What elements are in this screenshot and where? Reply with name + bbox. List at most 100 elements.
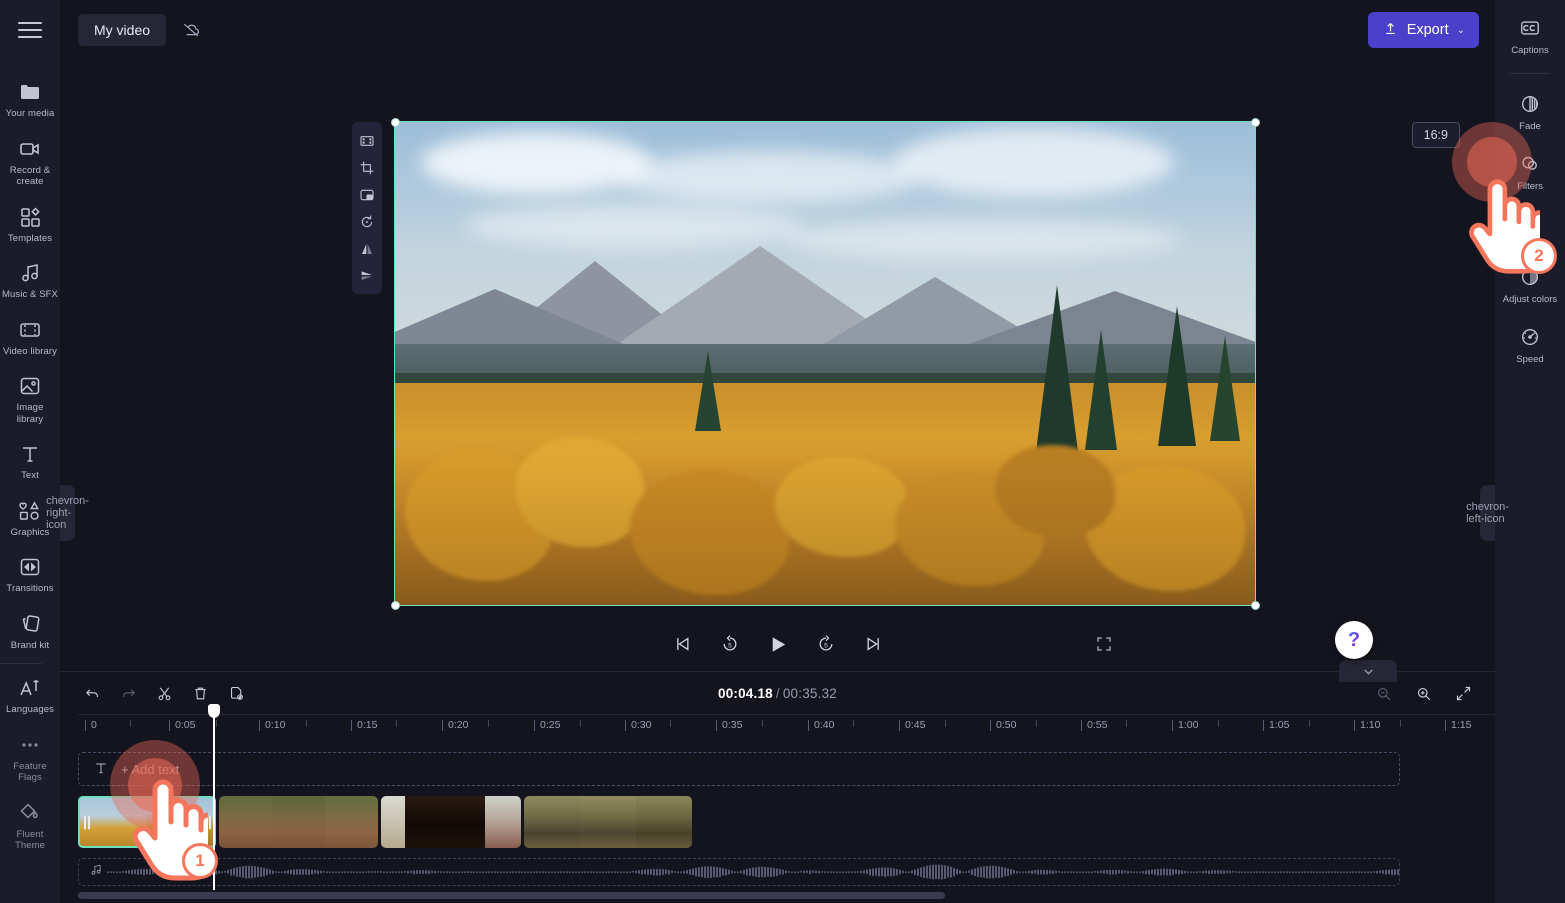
right-panel-item-label: Fade: [1519, 120, 1541, 132]
flip-horizontal-icon[interactable]: [354, 235, 380, 262]
export-button[interactable]: Export ⌄: [1367, 12, 1479, 48]
upload-icon: [1382, 20, 1399, 41]
sidebar-item-image-library[interactable]: Image library: [0, 366, 60, 431]
flip-vertical-icon[interactable]: [354, 262, 380, 289]
resize-handle-top-right[interactable]: [1250, 117, 1260, 127]
transitions-icon: [17, 554, 43, 580]
fade-circle-icon: [1517, 91, 1543, 117]
timeline-toolbar: 00:04.18/00:35.32: [60, 672, 1495, 714]
sidebar-item-fluent-theme[interactable]: Fluent Theme: [0, 793, 60, 858]
ruler-tick: 0:40: [807, 719, 835, 731]
play-icon[interactable]: [764, 630, 792, 658]
table-row[interactable]: [381, 796, 521, 848]
timeline-horizontal-scrollbar[interactable]: [78, 892, 1477, 899]
magnifier-minus-icon[interactable]: [1369, 679, 1397, 707]
sidebar-item-video-library[interactable]: Video library: [0, 310, 60, 364]
skip-previous-icon[interactable]: [668, 630, 696, 658]
video-preview-frame: [394, 121, 1256, 606]
chevron-down-icon: ⌄: [1456, 24, 1465, 36]
resize-handle-top-left[interactable]: [390, 117, 400, 127]
right-panel-item-speed[interactable]: Speed: [1497, 317, 1563, 372]
filters-overlap-circles-icon: [1517, 151, 1543, 177]
timeline-collapse-toggle[interactable]: [1339, 660, 1397, 682]
right-panel-item-label: Captions: [1511, 45, 1549, 56]
clip-thumbnails: [78, 796, 216, 848]
rewind-5-icon[interactable]: 5: [716, 630, 744, 658]
pip-icon[interactable]: [354, 181, 380, 208]
timeline-tracks: + Add text: [60, 704, 1495, 890]
undo-arrow-icon[interactable]: [78, 679, 106, 707]
svg-text:5: 5: [728, 642, 732, 649]
editor-main: My video Export ⌄ chevron-right-icon che…: [46, 0, 1509, 903]
help-label: ?: [1347, 628, 1361, 651]
ruler-tick: 0:10: [258, 719, 286, 731]
rotate-icon[interactable]: [354, 208, 380, 235]
fit-frame-icon[interactable]: [354, 127, 380, 154]
ruler-tick: 0:25: [533, 719, 561, 731]
crop-icon[interactable]: [354, 154, 380, 181]
help-button[interactable]: ?: [1335, 621, 1373, 659]
resize-handle-bottom-right[interactable]: [1250, 600, 1260, 610]
text-track-add[interactable]: + Add text: [78, 752, 1400, 786]
sidebar-item-text[interactable]: Text: [0, 434, 60, 488]
sidebar-item-music-sfx[interactable]: Music & SFX: [0, 253, 60, 307]
sidebar-item-transitions[interactable]: Transitions: [0, 547, 60, 601]
fullscreen-icon[interactable]: [1091, 631, 1117, 657]
duplicate-icon[interactable]: [222, 679, 250, 707]
right-panel-divider: [1510, 72, 1550, 74]
sidebar-item-label: Record & create: [9, 164, 51, 188]
shapes-icon: [17, 498, 43, 524]
table-row[interactable]: [219, 796, 378, 848]
right-panel-toggle[interactable]: chevron-left-icon: [1466, 485, 1509, 541]
skip-next-icon[interactable]: [860, 630, 888, 658]
sidebar-item-templates[interactable]: Templates: [0, 197, 60, 251]
aspect-ratio-button[interactable]: 16:9: [1411, 122, 1460, 148]
video-preview-selection[interactable]: [390, 117, 1260, 610]
paint-drop-icon: [17, 800, 43, 826]
step-badge-2: 2: [1521, 238, 1557, 274]
sidebar-item-label: Music & SFX: [2, 289, 58, 300]
sidebar-item-record-create[interactable]: Record & create: [0, 129, 60, 194]
sidebar-item-label: Your media: [5, 108, 55, 119]
scissors-icon[interactable]: [150, 679, 178, 707]
sidebar-item-label: Image library: [16, 402, 44, 425]
svg-text:5: 5: [824, 642, 828, 649]
ruler-tick: 0:55: [1080, 719, 1108, 731]
export-label: Export: [1406, 22, 1449, 38]
sidebar-item-brand-kit[interactable]: Brand kit: [0, 604, 60, 658]
right-panel-item-label: Speed: [1516, 354, 1544, 365]
sidebar-item-your-media[interactable]: Your media: [0, 72, 60, 126]
timeline-ruler[interactable]: 0 0:05 0:10 0:15 0:20 0:25 0:30 0:35 0:4…: [78, 714, 1495, 738]
preview-stage: chevron-right-icon chevron-left-icon: [46, 60, 1509, 682]
redo-arrow-icon[interactable]: [114, 679, 142, 707]
total-time: 00:35.32: [782, 685, 838, 701]
fit-arrows-icon[interactable]: [1449, 679, 1477, 707]
audio-track[interactable]: [78, 858, 1400, 886]
ruler-tick: 0:45: [898, 719, 926, 731]
sidebar-items: Your media Record & create Templates Mus…: [0, 60, 60, 861]
right-panel-item-captions[interactable]: Captions: [1497, 8, 1563, 63]
trash-icon[interactable]: [186, 679, 214, 707]
sidebar-item-label: Feature Flags: [13, 760, 47, 784]
sidebar-item-languages[interactable]: Languages: [0, 668, 60, 722]
clip-trim-handle-right[interactable]: [203, 814, 212, 831]
sidebar-item-feature-flags[interactable]: Feature Flags: [0, 725, 60, 790]
magnifier-plus-icon[interactable]: [1409, 679, 1437, 707]
cloud-off-icon[interactable]: [174, 15, 208, 45]
resize-handle-bottom-left[interactable]: [390, 600, 400, 610]
playback-controls: 5 5: [60, 623, 1495, 665]
left-panel-toggle[interactable]: chevron-right-icon: [46, 485, 89, 541]
right-panel-item-filters[interactable]: Filters: [1497, 144, 1563, 199]
vignette-layer: [395, 122, 1255, 605]
right-panel-item-fade[interactable]: Fade: [1497, 84, 1563, 139]
table-row[interactable]: [524, 796, 692, 848]
right-properties-panel: Captions Fade Filters Adjust colors Spee…: [1495, 0, 1565, 903]
project-name-button[interactable]: My video: [78, 14, 167, 46]
forward-5-icon[interactable]: 5: [812, 630, 840, 658]
table-row[interactable]: [78, 796, 216, 848]
hamburger-menu-icon[interactable]: [0, 0, 60, 60]
clip-trim-handle-left[interactable]: [82, 814, 91, 831]
right-panel-item-label: Filters: [1517, 181, 1543, 192]
sidebar-item-label: Fluent Theme: [14, 828, 46, 852]
sidebar-item-label: Languages: [6, 704, 54, 715]
